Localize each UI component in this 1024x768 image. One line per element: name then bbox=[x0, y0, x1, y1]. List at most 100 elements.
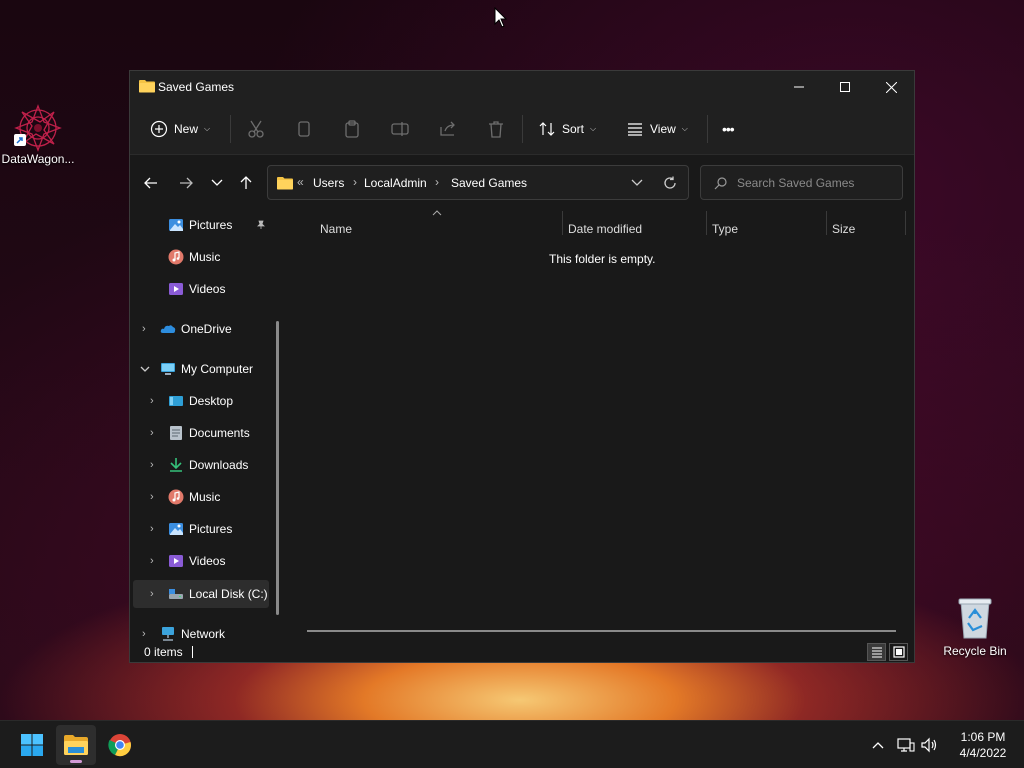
pictures-icon bbox=[169, 523, 183, 535]
close-button[interactable] bbox=[868, 71, 914, 103]
item-count: 0 items bbox=[144, 645, 183, 659]
see-more-button[interactable]: ••• bbox=[722, 117, 735, 141]
nav-item-my-computer[interactable]: My Computer bbox=[130, 355, 280, 383]
forward-button[interactable] bbox=[175, 172, 197, 194]
search-input[interactable] bbox=[737, 175, 897, 191]
show-hidden-icons-button[interactable] bbox=[868, 735, 888, 755]
address-bar[interactable]: « Users › LocalAdmin › Saved Games bbox=[267, 165, 689, 200]
nav-item-pictures-quick[interactable]: Pictures bbox=[130, 211, 280, 239]
minimize-button[interactable] bbox=[776, 71, 822, 103]
breadcrumb-overflow-icon[interactable]: « bbox=[297, 175, 304, 189]
expand-chevron-icon[interactable]: › bbox=[142, 628, 146, 640]
nav-item-label: Desktop bbox=[189, 394, 234, 408]
nav-item-documents[interactable]: › Documents bbox=[130, 419, 280, 447]
sort-button[interactable]: Sort ⌵ bbox=[538, 117, 596, 141]
breadcrumb-item[interactable]: Saved Games bbox=[451, 176, 527, 190]
nav-item-videos-quick[interactable]: Videos bbox=[130, 275, 280, 303]
large-icons-view-button[interactable] bbox=[889, 643, 908, 661]
expand-chevron-icon[interactable]: › bbox=[150, 588, 154, 600]
column-divider[interactable] bbox=[706, 211, 707, 235]
pictures-icon bbox=[169, 219, 183, 231]
maximize-button[interactable] bbox=[822, 71, 868, 103]
recent-locations-button[interactable] bbox=[206, 172, 228, 194]
expand-chevron-icon[interactable] bbox=[140, 366, 150, 373]
clock-date: 4/4/2022 bbox=[959, 746, 1007, 760]
column-header-type[interactable]: Type bbox=[712, 215, 738, 243]
clock-time: 1:06 PM bbox=[960, 730, 1006, 744]
active-app-indicator bbox=[70, 760, 82, 763]
start-button[interactable] bbox=[12, 725, 52, 765]
expand-chevron-icon[interactable]: › bbox=[150, 491, 154, 503]
nav-item-label: Pictures bbox=[189, 522, 233, 536]
title-bar[interactable]: Saved Games bbox=[130, 71, 914, 103]
search-box[interactable] bbox=[700, 165, 903, 200]
horizontal-scrollbar[interactable] bbox=[307, 630, 896, 632]
back-button[interactable] bbox=[140, 172, 162, 194]
breadcrumb-item[interactable]: Users bbox=[313, 176, 344, 190]
nav-item-onedrive[interactable]: › OneDrive bbox=[130, 315, 280, 343]
nav-item-label: Local Disk (C:) bbox=[189, 587, 268, 601]
music-icon bbox=[168, 249, 184, 265]
copy-icon[interactable] bbox=[294, 119, 314, 139]
clock-button[interactable]: 1:06 PM 4/4/2022 bbox=[950, 729, 1016, 761]
view-label: View bbox=[650, 122, 676, 136]
column-divider[interactable] bbox=[826, 211, 827, 235]
command-bar: New ⌵ Sort ⌵ View ⌵ ••• bbox=[130, 103, 914, 155]
network-status-button[interactable] bbox=[896, 735, 916, 755]
taskbar-file-explorer[interactable] bbox=[56, 725, 96, 765]
nav-item-pictures[interactable]: › Pictures bbox=[130, 515, 280, 543]
nav-item-videos[interactable]: › Videos bbox=[130, 547, 280, 575]
delete-icon[interactable] bbox=[486, 119, 506, 139]
column-header-label: Size bbox=[832, 222, 856, 236]
desktop-shortcut-datawagon[interactable]: DataWagon... bbox=[0, 104, 76, 166]
status-bar: 0 items bbox=[130, 642, 914, 662]
arrow-up-icon bbox=[240, 176, 252, 189]
new-label: New bbox=[174, 122, 199, 136]
nav-item-network[interactable]: › Network bbox=[130, 620, 280, 643]
share-icon[interactable] bbox=[438, 119, 458, 139]
nav-item-downloads[interactable]: › Downloads bbox=[130, 451, 280, 479]
cut-icon[interactable] bbox=[246, 119, 266, 139]
column-header-date-modified[interactable]: Date modified bbox=[568, 215, 642, 243]
expand-chevron-icon[interactable]: › bbox=[150, 523, 154, 535]
expand-chevron-icon[interactable]: › bbox=[150, 395, 154, 407]
breadcrumb-item[interactable]: LocalAdmin bbox=[364, 176, 427, 190]
expand-chevron-icon[interactable]: › bbox=[150, 555, 154, 567]
nav-item-music-quick[interactable]: Music bbox=[130, 243, 280, 271]
plus-circle-icon bbox=[150, 120, 168, 138]
shortcut-arrow-icon bbox=[14, 134, 26, 146]
address-dropdown-icon[interactable] bbox=[631, 179, 643, 187]
expand-chevron-icon[interactable]: › bbox=[142, 323, 146, 335]
chevron-down-icon: ⌵ bbox=[681, 124, 688, 133]
paste-icon[interactable] bbox=[342, 119, 362, 139]
toolbar-divider bbox=[707, 115, 708, 143]
desktop-icon bbox=[169, 396, 183, 406]
navpane-scrollbar[interactable] bbox=[276, 321, 279, 615]
details-view-button[interactable] bbox=[867, 643, 886, 661]
taskbar-chrome[interactable] bbox=[100, 725, 140, 765]
volume-button[interactable] bbox=[920, 735, 940, 755]
nav-item-desktop[interactable]: › Desktop bbox=[130, 387, 280, 415]
column-divider[interactable] bbox=[562, 211, 563, 235]
nav-item-label: Downloads bbox=[189, 458, 249, 472]
videos-icon bbox=[169, 283, 183, 295]
nav-item-label: Documents bbox=[189, 426, 250, 440]
column-header-name[interactable]: Name bbox=[320, 215, 352, 243]
view-button[interactable]: View ⌵ bbox=[626, 117, 688, 141]
expand-chevron-icon[interactable]: › bbox=[150, 427, 154, 439]
navigation-pane: Pictures Music Videos › OneDrive My Comp… bbox=[130, 209, 282, 643]
nav-item-label: My Computer bbox=[181, 362, 254, 376]
new-button[interactable]: New ⌵ bbox=[150, 117, 210, 141]
file-list[interactable]: Name Date modified Type Size This folder… bbox=[289, 209, 914, 643]
nav-item-music[interactable]: › Music bbox=[130, 483, 280, 511]
refresh-icon[interactable] bbox=[663, 176, 677, 190]
desktop-shortcut-recycle-bin[interactable]: Recycle Bin bbox=[937, 596, 1013, 658]
pin-icon[interactable] bbox=[256, 220, 266, 230]
music-icon bbox=[168, 489, 184, 505]
rename-icon[interactable] bbox=[390, 119, 410, 139]
nav-item-local-disk[interactable]: › Local Disk (C:) bbox=[133, 580, 269, 608]
up-button[interactable] bbox=[235, 172, 257, 194]
expand-chevron-icon[interactable]: › bbox=[150, 459, 154, 471]
column-header-size[interactable]: Size bbox=[832, 215, 855, 243]
column-divider[interactable] bbox=[905, 211, 906, 235]
